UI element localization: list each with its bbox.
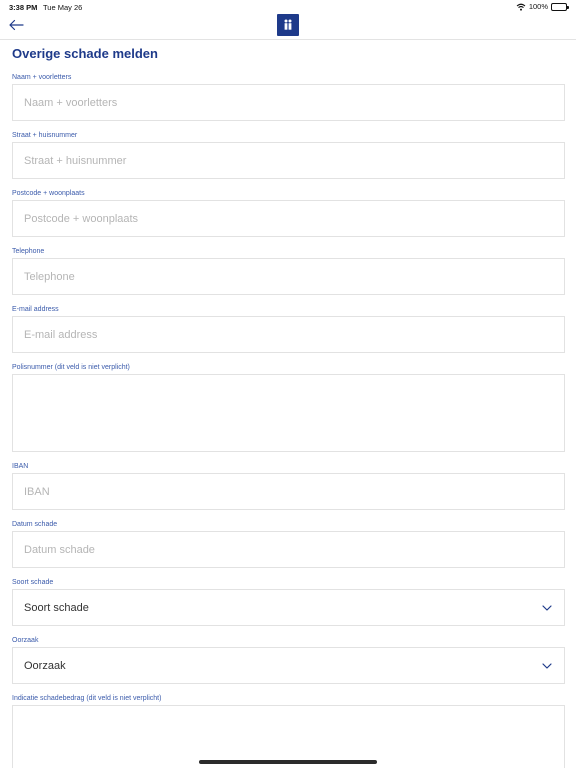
naam-input[interactable] [12,84,565,121]
damage-report-form: Naam + voorletters Straat + huisnummer P… [12,72,565,768]
oorzaak-select-value: Oorzaak [24,659,66,672]
logo-mark [284,19,292,30]
page-title: Overige schade melden [12,46,158,61]
email-label: E-mail address [12,306,59,313]
polisnummer-textarea[interactable] [12,374,565,452]
status-time: 3:38 PM [9,3,38,12]
email-input[interactable] [12,316,565,353]
indicatie-textarea[interactable] [12,705,565,768]
back-button[interactable] [6,16,26,34]
status-bar: 3:38 PM Tue May 26 100% [0,0,576,14]
telephone-input[interactable] [12,258,565,295]
straat-input[interactable] [12,142,565,179]
postcode-label: Postcode + woonplaats [12,190,85,197]
datum-label: Datum schade [12,521,58,528]
postcode-input[interactable] [12,200,565,237]
status-right: 100% [516,2,569,11]
datum-input[interactable] [12,531,565,568]
battery-percentage: 100% [528,2,548,11]
battery-icon [551,2,569,11]
chevron-down-icon [542,662,552,669]
soort-select-value: Soort schade [24,601,89,614]
chevron-down-icon [542,604,552,611]
straat-label: Straat + huisnummer [12,132,78,139]
status-date: Tue May 26 [43,3,83,12]
logo-icon [277,14,299,36]
oorzaak-select[interactable]: Oorzaak [12,647,565,684]
indicatie-label: Indicatie schadebedrag (dit veld is niet… [12,695,162,702]
iban-label: IBAN [12,463,29,470]
nav-bar [0,14,576,40]
home-indicator[interactable] [199,760,377,764]
iban-input[interactable] [12,473,565,510]
oorzaak-label: Oorzaak [12,637,39,644]
naam-label: Naam + voorletters [12,74,72,81]
back-arrow-icon [9,19,24,31]
polisnummer-label: Polisnummer (dit veld is niet verplicht) [12,364,130,371]
wifi-icon [516,3,526,11]
soort-select[interactable]: Soort schade [12,589,565,626]
soort-label: Soort schade [12,579,54,586]
telephone-label: Telephone [12,248,45,255]
